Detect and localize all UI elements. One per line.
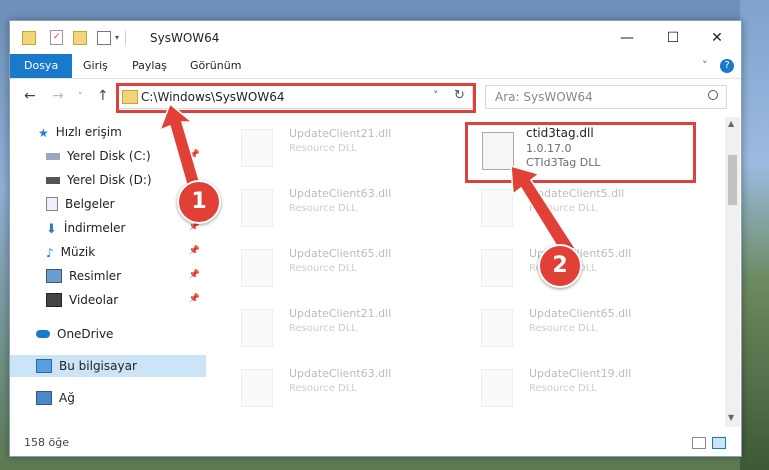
maximize-button[interactable]: ☐ (650, 23, 696, 53)
file-description: Resource DLL (289, 143, 357, 154)
file-item[interactable]: UpdateClient65.dll Resource DLL (229, 241, 459, 291)
desktop-background (740, 0, 769, 470)
documents-icon (46, 197, 58, 211)
star-icon: ★ (38, 126, 49, 140)
sidebar-item-label: Videolar (69, 293, 119, 307)
sidebar-item-label: Belgeler (65, 197, 115, 211)
file-name: UpdateClient65.dll (529, 307, 632, 320)
sidebar-item-label: OneDrive (57, 327, 114, 341)
view-options-icon[interactable] (97, 30, 111, 45)
search-placeholder: Ara: SysWOW64 (495, 90, 593, 104)
sidebar-item-network[interactable]: Ağ (10, 387, 206, 409)
chevron-down-icon[interactable]: ▾ (115, 33, 119, 42)
close-button[interactable]: ✕ (694, 23, 740, 53)
status-bar: 158 öğe (10, 432, 741, 454)
folder-icon[interactable] (22, 30, 36, 45)
file-item[interactable]: UpdateClient65.dll Resource DLL (469, 301, 699, 351)
tab-paylas[interactable]: Paylaş (132, 54, 167, 78)
pin-icon[interactable]: 📌 (189, 294, 200, 304)
new-folder-icon[interactable] (73, 30, 87, 45)
ribbon-expand-icon[interactable]: ˅ (702, 54, 708, 78)
recent-locations-icon[interactable]: ˅ (78, 92, 83, 102)
up-button[interactable]: ↑ (97, 88, 109, 104)
videos-icon (46, 293, 62, 307)
sidebar-item-label: Yerel Disk (D:) (67, 173, 152, 187)
sidebar-item-videos[interactable]: Videolar 📌 (10, 289, 206, 311)
sidebar-item-label: Yerel Disk (C:) (67, 149, 151, 163)
file-description: Resource DLL (289, 263, 357, 274)
dll-file-icon (241, 309, 273, 347)
file-name: UpdateClient63.dll (289, 187, 392, 200)
step-badge-2: 2 (538, 244, 582, 288)
sidebar-item-label: Resimler (69, 269, 122, 283)
file-name: UpdateClient21.dll (289, 127, 392, 140)
details-view-icon[interactable] (692, 437, 706, 449)
file-description: Resource DLL (289, 323, 357, 334)
back-button[interactable]: ← (24, 88, 36, 104)
tab-gorunum[interactable]: Görünüm (190, 54, 241, 78)
tab-dosya[interactable]: Dosya (10, 54, 73, 78)
network-icon (36, 391, 52, 405)
drive-icon (46, 152, 60, 160)
file-description: Resource DLL (529, 323, 597, 334)
file-name: UpdateClient21.dll (289, 307, 392, 320)
sidebar-item-label: Ağ (59, 391, 75, 405)
file-name: UpdateClient19.dll (529, 367, 632, 380)
file-description: Resource DLL (529, 383, 597, 394)
ribbon: Dosya Giriş Paylaş Görünüm ˅ ? (10, 54, 741, 79)
forward-button[interactable]: → (52, 88, 64, 104)
tab-giris[interactable]: Giriş (83, 54, 108, 78)
file-item[interactable]: UpdateClient19.dll Resource DLL (469, 361, 699, 411)
pin-icon[interactable]: 📌 (189, 270, 200, 280)
file-description: Resource DLL (289, 383, 357, 394)
dll-file-icon (481, 309, 513, 347)
pictures-icon (46, 269, 62, 283)
vertical-scrollbar[interactable]: ▲ ▼ (725, 117, 740, 427)
scroll-down-icon[interactable]: ▼ (728, 413, 734, 422)
sidebar-item-label: Bu bilgisayar (59, 359, 137, 373)
sidebar-item-label: Müzik (60, 245, 96, 259)
help-icon[interactable]: ? (720, 59, 734, 73)
file-item[interactable]: UpdateClient21.dll Resource DLL (229, 121, 459, 171)
dll-file-icon (241, 129, 273, 167)
sidebar-item-this-pc[interactable]: Bu bilgisayar (10, 355, 206, 377)
sidebar-item-label: Hızlı erişim (55, 125, 122, 139)
properties-icon[interactable]: ✓ (50, 30, 63, 45)
file-item[interactable]: UpdateClient21.dll Resource DLL (229, 301, 459, 351)
large-icons-view-icon[interactable] (712, 437, 726, 449)
music-icon: ♪ (46, 246, 54, 260)
dll-file-icon (481, 369, 513, 407)
dll-file-icon (241, 249, 273, 287)
sidebar-item-pictures[interactable]: Resimler 📌 (10, 265, 206, 287)
pin-icon[interactable]: 📌 (189, 246, 200, 256)
minimize-button[interactable]: — (604, 23, 650, 53)
file-name: UpdateClient65.dll (289, 247, 392, 260)
computer-icon (36, 359, 52, 373)
search-input[interactable]: Ara: SysWOW64 (485, 85, 727, 109)
sidebar-item-label: İndirmeler (63, 221, 126, 235)
downloads-icon: ⬇ (46, 222, 57, 237)
scrollbar-thumb[interactable] (728, 155, 737, 205)
dll-file-icon (241, 369, 273, 407)
search-icon (708, 90, 718, 100)
scroll-up-icon[interactable]: ▲ (728, 119, 734, 128)
window-title: SysWOW64 (150, 31, 220, 45)
step-badge-1: 1 (177, 180, 221, 224)
dll-file-icon (241, 189, 273, 227)
quick-access-toolbar: ✓ ▾ (22, 30, 127, 45)
separator (125, 30, 127, 45)
file-item[interactable]: UpdateClient63.dll Resource DLL (229, 181, 459, 231)
title-bar: ✓ ▾ SysWOW64 — ☐ ✕ (10, 21, 741, 54)
sidebar-item-music[interactable]: ♪ Müzik 📌 (10, 241, 206, 263)
sidebar-item-onedrive[interactable]: OneDrive (10, 323, 206, 345)
sidebar-item-downloads[interactable]: ⬇ İndirmeler 📌 (10, 217, 206, 239)
file-item[interactable]: UpdateClient63.dll Resource DLL (229, 361, 459, 411)
cloud-icon (36, 330, 50, 338)
drive-icon (46, 176, 60, 184)
item-count: 158 öğe (24, 436, 69, 449)
file-description: Resource DLL (289, 203, 357, 214)
file-name: UpdateClient63.dll (289, 367, 392, 380)
